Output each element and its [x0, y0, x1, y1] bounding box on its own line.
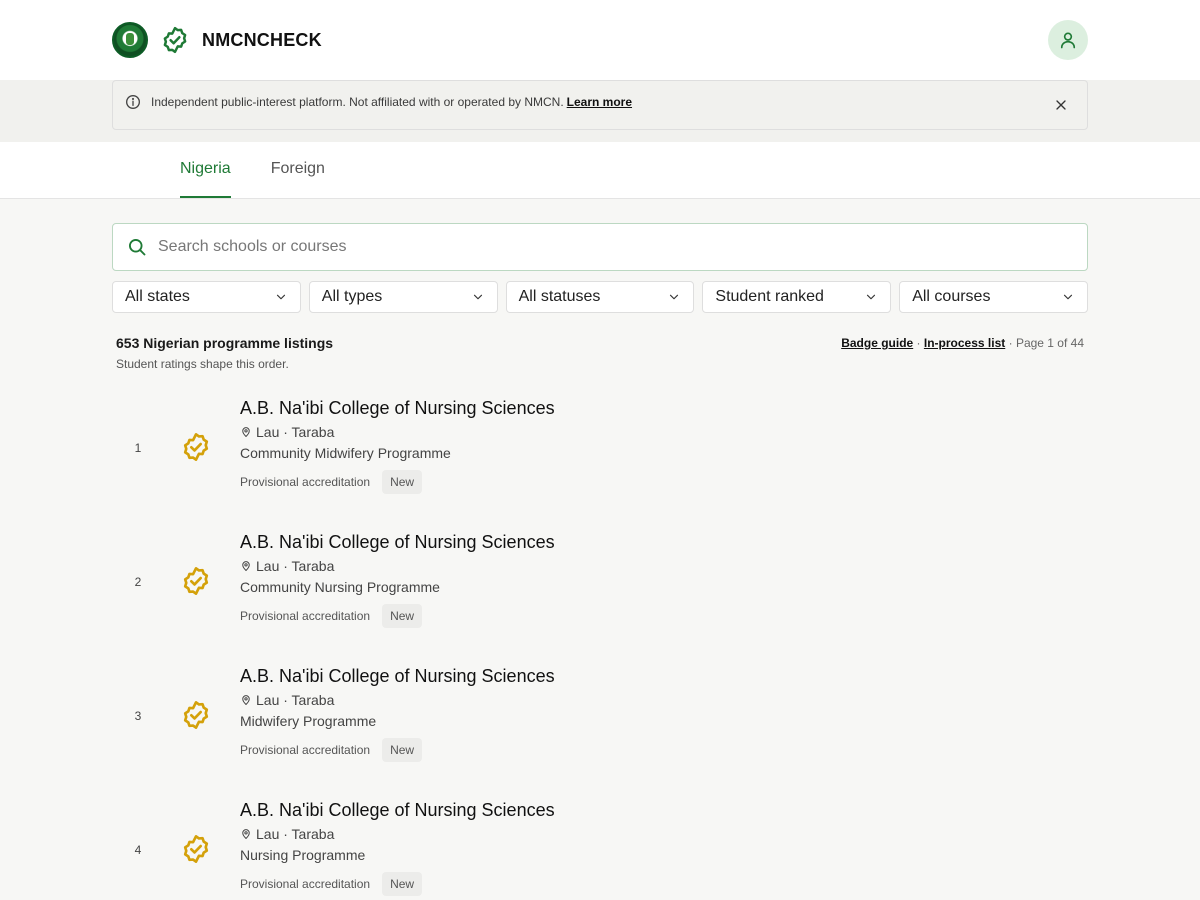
listing-tags: Provisional accreditation New [240, 470, 555, 494]
brand[interactable]: NMCNCHECK [112, 22, 322, 58]
page-info: Page 1 of 44 [1015, 336, 1084, 350]
sort-filter[interactable]: Student ranked [702, 281, 892, 313]
new-badge: New [382, 872, 423, 896]
map-pin-icon [242, 561, 250, 571]
close-icon[interactable] [1053, 97, 1069, 113]
learn-more-link[interactable]: Learn more [567, 94, 632, 110]
verified-check-icon [160, 25, 190, 55]
rank-number: 2 [134, 575, 142, 589]
listing-info: A.B. Na'ibi College of Nursing Sciences … [240, 799, 555, 896]
location-text: Lau · Taraba [256, 692, 335, 708]
app-header: NMCNCHECK [0, 0, 1200, 80]
results-summary: 653 Nigerian programme listings Student … [116, 335, 333, 371]
accreditation-badge-icon [183, 567, 209, 595]
programme-name: Community Nursing Programme [240, 579, 440, 595]
rank-number: 4 [134, 843, 142, 857]
list-item[interactable]: 2 A.B. Na'ibi College of Nursing Science… [112, 523, 1088, 657]
brand-name: NMCNCHECK [202, 29, 322, 50]
search-input[interactable] [158, 238, 1087, 256]
map-pin-icon [242, 829, 250, 839]
new-badge: New [382, 604, 423, 628]
listing-tags: Provisional accreditation New [240, 738, 555, 762]
results-meta: Badge guide · In-process list · Page 1 o… [841, 336, 1084, 371]
accreditation-badge-icon [183, 701, 209, 729]
school-name[interactable]: A.B. Na'ibi College of Nursing Sciences [240, 531, 555, 553]
separator: · [1008, 336, 1013, 350]
sort-filter-label: Student ranked [715, 288, 824, 305]
filter-bar: All states All types All statuses Studen… [112, 281, 1088, 313]
nmcn-logo [112, 22, 148, 58]
search-box [112, 223, 1088, 271]
rank-number: 3 [134, 709, 142, 723]
notice-section: Independent public-interest platform. No… [0, 80, 1200, 142]
type-filter-label: All types [321, 288, 383, 305]
map-pin-icon [242, 695, 250, 705]
chevron-down-icon [276, 294, 285, 300]
tab-foreign[interactable]: Foreign [271, 160, 325, 198]
results-count: 653 Nigerian programme listings [116, 335, 334, 351]
new-badge: New [382, 738, 423, 762]
rank-number: 1 [134, 441, 142, 455]
course-filter-label: All courses [912, 288, 991, 305]
chevron-down-icon [867, 294, 876, 300]
listing-info: A.B. Na'ibi College of Nursing Sciences … [240, 397, 555, 494]
location-text: Lau · Taraba [256, 424, 335, 440]
location-text: Lau · Taraba [256, 826, 335, 842]
programme-name: Midwifery Programme [240, 713, 377, 729]
listing-info: A.B. Na'ibi College of Nursing Sciences … [240, 531, 555, 628]
search-icon [129, 239, 146, 256]
location: Lau · Taraba [240, 424, 555, 440]
region-tabs: Nigeria Foreign [0, 142, 1200, 199]
listing-tags: Provisional accreditation New [240, 872, 555, 896]
user-account-button[interactable] [1048, 20, 1088, 60]
tab-nigeria[interactable]: Nigeria [180, 160, 231, 198]
programme-name: Nursing Programme [240, 847, 366, 863]
disclaimer-notice: Independent public-interest platform. No… [112, 80, 1088, 130]
state-filter[interactable]: All states [112, 281, 301, 313]
accreditation-badge-icon [183, 433, 209, 461]
list-item[interactable]: 3 A.B. Na'ibi College of Nursing Science… [112, 657, 1088, 791]
accreditation-status: Provisional accreditation [240, 743, 371, 757]
course-filter[interactable]: All courses [899, 281, 1088, 313]
school-name[interactable]: A.B. Na'ibi College of Nursing Sciences [240, 799, 555, 821]
location: Lau · Taraba [240, 826, 555, 842]
state-filter-label: All states [125, 288, 190, 305]
chevron-down-icon [473, 294, 482, 300]
info-icon [126, 95, 140, 109]
accreditation-status: Provisional accreditation [240, 609, 371, 623]
school-name[interactable]: A.B. Na'ibi College of Nursing Sciences [240, 665, 555, 687]
location: Lau · Taraba [240, 692, 555, 708]
type-filter[interactable]: All types [308, 281, 498, 313]
list-item[interactable]: 1 A.B. Na'ibi College of Nursing Science… [112, 389, 1088, 523]
status-filter-label: All statuses [518, 288, 601, 305]
separator: · [916, 336, 921, 350]
location-text: Lau · Taraba [256, 558, 335, 574]
accreditation-badge-icon [183, 835, 209, 863]
chevron-down-icon [1063, 294, 1073, 300]
location: Lau · Taraba [240, 558, 555, 574]
programme-name: Community Midwifery Programme [240, 445, 451, 461]
accreditation-status: Provisional accreditation [240, 877, 371, 891]
user-icon [1060, 32, 1076, 49]
new-badge: New [382, 470, 423, 494]
results-header: 653 Nigerian programme listings Student … [116, 335, 1084, 371]
in-process-list-link[interactable]: In-process list [924, 336, 1005, 350]
listing-info: A.B. Na'ibi College of Nursing Sciences … [240, 665, 555, 762]
school-name[interactable]: A.B. Na'ibi College of Nursing Sciences [240, 397, 555, 419]
list-item[interactable]: 4 A.B. Na'ibi College of Nursing Science… [112, 791, 1088, 900]
chevron-down-icon [670, 294, 679, 300]
results-note: Student ratings shape this order. [116, 357, 289, 371]
notice-text: Independent public-interest platform. No… [151, 95, 564, 109]
status-filter[interactable]: All statuses [505, 281, 695, 313]
accreditation-status: Provisional accreditation [240, 475, 371, 489]
badge-guide-link[interactable]: Badge guide [841, 336, 913, 350]
listing-tags: Provisional accreditation New [240, 604, 555, 628]
listing-list: 1 A.B. Na'ibi College of Nursing Science… [112, 389, 1088, 900]
map-pin-icon [242, 427, 250, 437]
